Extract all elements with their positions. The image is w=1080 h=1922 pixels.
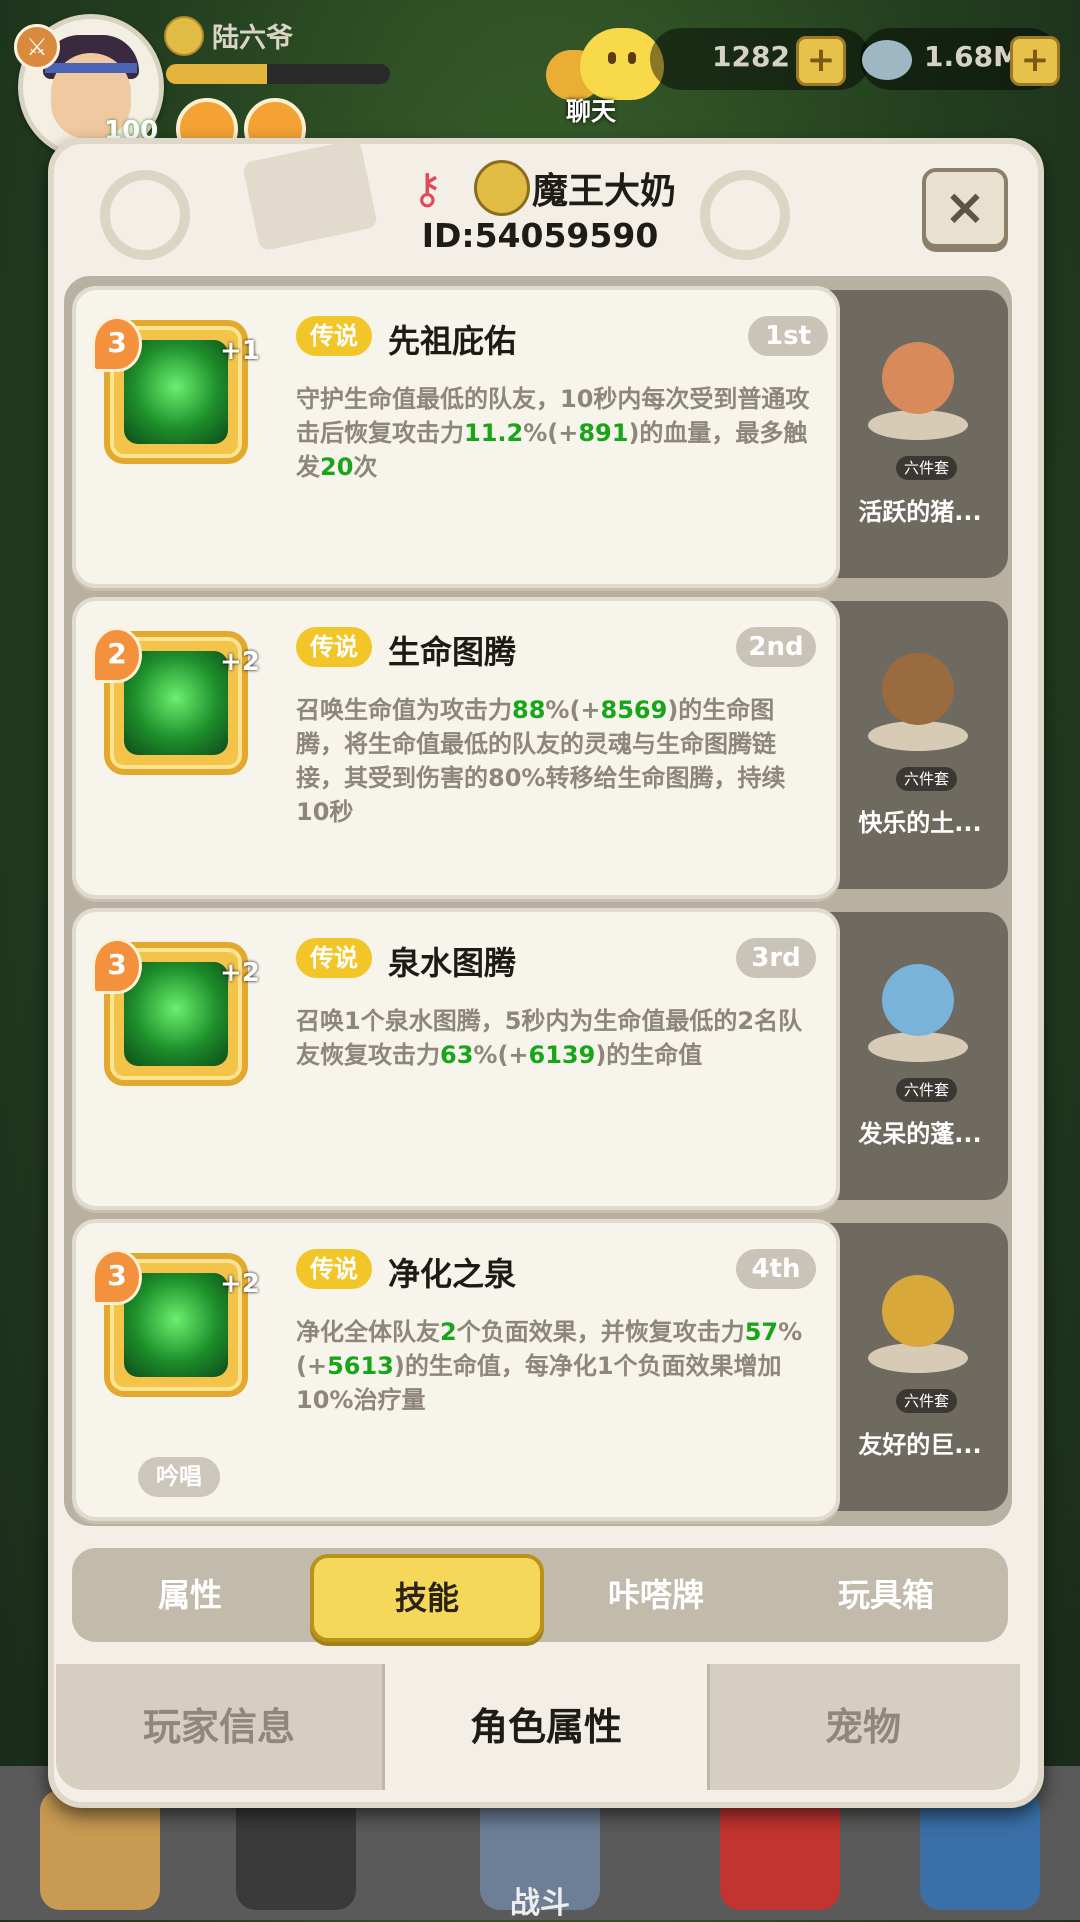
tab-attributes[interactable]: 属性 <box>90 1548 290 1642</box>
skill-name: 净化之泉 <box>388 1255 517 1293</box>
skill-value-highlight: 11.2 <box>464 419 524 447</box>
skill-name: 泉水图腾 <box>388 944 517 982</box>
bottom-hero-icon[interactable] <box>236 1790 356 1910</box>
skill-text: 个负面效果，并恢复攻击力 <box>456 1318 745 1346</box>
skill-value-highlight: 63 <box>440 1041 474 1069</box>
tab-cards[interactable]: 咔嗒牌 <box>556 1548 756 1642</box>
shell-icon <box>862 40 912 80</box>
skill-value-highlight: 6139 <box>528 1041 596 1069</box>
skill-description: 召唤1个泉水图腾，5秒内为生命值最低的2名队友恢复攻击力63%(+6139)的生… <box>296 1004 816 1072</box>
skill-rank-badge: 3rd <box>736 938 816 978</box>
set-tag: 六件套 <box>896 767 958 791</box>
skill-value-highlight: 57 <box>744 1318 779 1346</box>
tab-skills[interactable]: 技能 <box>310 1554 544 1642</box>
skill-text: %(+ <box>545 696 601 724</box>
bottom-hero-icon[interactable] <box>920 1790 1040 1910</box>
skill-rank-badge: 2nd <box>736 627 816 667</box>
set-figure-icon <box>862 1257 972 1369</box>
battle-label[interactable]: 战斗 <box>510 1878 570 1922</box>
set-figure-body <box>882 1275 954 1347</box>
bottom-hero-icon[interactable] <box>40 1790 160 1910</box>
player-name-icon <box>164 16 204 56</box>
skill-description: 净化全体队友2个负面效果，并恢复攻击力57%(+5613)的生命值，每净化1个负… <box>296 1315 816 1417</box>
skill-description: 召唤生命值为攻击力88%(+8569)的生命图腾，将生命值最低的队友的灵魂与生命… <box>296 693 816 829</box>
skill-text: 次 <box>353 453 378 481</box>
skill-rank-badge: 4th <box>736 1249 816 1289</box>
chat-icon-eye <box>608 52 616 64</box>
currency2-add-button[interactable]: + <box>1010 36 1060 86</box>
skill-level-badge: 3 <box>92 1249 142 1305</box>
close-button[interactable]: × <box>922 168 1008 248</box>
set-tag: 六件套 <box>896 1389 958 1413</box>
player-name: 陆六爷 <box>212 23 293 54</box>
tab-player-info[interactable]: 玩家信息 <box>56 1664 382 1790</box>
skill-text: %(+ <box>473 1041 529 1069</box>
skill-value-highlight: 8569 <box>600 696 668 724</box>
currency2-value: 1.68M <box>924 40 1021 73</box>
skill-value-highlight: 20 <box>320 453 354 481</box>
character-name: 魔王大奶 <box>532 171 677 212</box>
skill-value-highlight: 5613 <box>327 1352 394 1380</box>
skill-level-badge: 2 <box>92 627 142 683</box>
skill-plus-level: +2 <box>220 647 260 677</box>
set-tag: 六件套 <box>896 1078 958 1102</box>
skill-name: 生命图腾 <box>388 633 517 671</box>
set-figure-body <box>882 653 954 725</box>
rarity-badge: 传说 <box>296 627 372 667</box>
currency1-value: 1282 <box>712 40 790 73</box>
character-id: ID:54059590 <box>421 216 659 255</box>
skill-rank-badge: 1st <box>748 316 828 356</box>
tab-pets[interactable]: 宠物 <box>706 1664 1020 1790</box>
bottom-hero-icon[interactable] <box>720 1790 840 1910</box>
key-icon: ⚷ <box>412 164 443 213</box>
skill-value-highlight: 88 <box>512 696 546 724</box>
skill-plus-level: +2 <box>220 958 260 988</box>
set-name: 友好的巨... <box>858 1431 982 1459</box>
set-name: 快乐的土... <box>858 809 982 837</box>
set-figure-body <box>882 964 954 1036</box>
rarity-badge: 传说 <box>296 938 372 978</box>
skill-description: 守护生命值最低的队友，10秒内每次受到普通攻击后恢复攻击力11.2%(+891)… <box>296 382 816 484</box>
skill-text: )的生命值 <box>595 1041 703 1069</box>
owner-avatar-icon <box>474 160 530 216</box>
chat-label[interactable]: 聊天 <box>566 92 616 128</box>
skill-value-highlight: 2 <box>440 1318 457 1346</box>
skill-text: 召唤生命值为攻击力 <box>296 696 512 724</box>
set-figure-body <box>882 342 954 414</box>
skill-level-badge: 3 <box>92 316 142 372</box>
exp-bar <box>166 64 390 84</box>
rarity-badge: 传说 <box>296 316 372 356</box>
set-figure-icon <box>862 946 972 1058</box>
chant-badge: 吟唱 <box>138 1457 220 1497</box>
exp-bar-fill <box>166 64 267 84</box>
currency1-add-button[interactable]: + <box>796 36 846 86</box>
tab-character-attributes[interactable]: 角色属性 <box>382 1664 710 1790</box>
skill-text: 净化全体队友 <box>296 1318 440 1346</box>
skill-name: 先祖庇佑 <box>388 322 517 360</box>
avatar-headband <box>45 63 137 73</box>
skill-text: %(+ <box>523 419 579 447</box>
set-figure-icon <box>862 635 972 747</box>
skill-plus-level: +2 <box>220 1269 260 1299</box>
chat-icon-eye <box>628 52 636 64</box>
hud-sword-icon: ⚔ <box>14 24 60 70</box>
rarity-badge: 传说 <box>296 1249 372 1289</box>
tab-toybox[interactable]: 玩具箱 <box>786 1548 986 1642</box>
set-figure-icon <box>862 324 972 436</box>
skill-value-highlight: 891 <box>578 419 629 447</box>
skill-level-badge: 3 <box>92 938 142 994</box>
set-name: 活跃的猪... <box>858 498 982 526</box>
set-tag: 六件套 <box>896 456 958 480</box>
set-name: 发呆的蓬... <box>858 1120 982 1148</box>
skill-plus-level: +1 <box>220 336 260 366</box>
